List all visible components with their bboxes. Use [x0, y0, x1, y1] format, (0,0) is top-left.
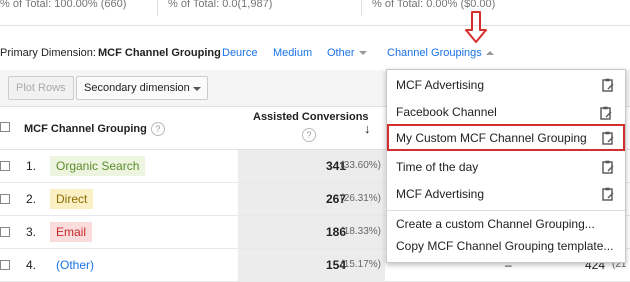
copy-icon[interactable] [600, 106, 612, 120]
divider [361, 0, 362, 16]
red-arrow-annotation-icon [465, 11, 487, 43]
primary-dimension-option[interactable]: Deurce [222, 47, 257, 59]
menu-item-mcf-advertising[interactable]: MCF Advertising [387, 71, 625, 98]
menu-divider [387, 210, 625, 211]
menu-item-label: Time of the day [396, 160, 479, 174]
channel-groupings-label: Channel Groupings [387, 47, 482, 59]
menu-item-time-of-the-day[interactable]: Time of the day [387, 153, 625, 180]
row-checkbox[interactable] [0, 161, 10, 171]
row-checkbox[interactable] [0, 260, 10, 270]
menu-item-label: MCF Advertising [396, 187, 485, 201]
row-number: 2. [26, 192, 37, 206]
menu-item-label: Facebook Channel [396, 105, 497, 119]
copy-mcf-channel-grouping-template-link[interactable]: Copy MCF Channel Grouping template... [396, 239, 613, 253]
menu-item-mcf-advertising[interactable]: MCF Advertising [387, 180, 625, 207]
row-number: 3. [26, 225, 37, 239]
assisted-conversions-percent: (26.31%) [340, 193, 381, 204]
copy-icon[interactable] [602, 78, 614, 92]
total-value: % of Total: 0.00% ($0.00) [372, 0, 496, 10]
assisted-conversions-percent: (18.33%) [340, 226, 381, 237]
sort-descending-icon[interactable]: ↓ [364, 121, 371, 136]
chevron-down-icon [358, 51, 367, 56]
help-icon[interactable]: ? [302, 128, 316, 142]
primary-dimension-other-dropdown[interactable]: Other [327, 47, 367, 59]
primary-dimension-label: Primary Dimension: [0, 47, 96, 59]
other-label: Other [327, 47, 355, 59]
divider [157, 0, 158, 16]
channel-organic-search[interactable]: Organic Search [50, 156, 146, 176]
create-custom-channel-grouping-link[interactable]: Create a custom Channel Grouping... [396, 217, 595, 231]
chevron-down-icon [193, 87, 201, 91]
help-icon[interactable]: ? [150, 122, 165, 136]
copy-icon[interactable] [602, 187, 614, 201]
secondary-dimension-select[interactable]: Secondary dimension [76, 76, 208, 100]
row-number: 1. [26, 159, 37, 173]
row-number: 4. [26, 258, 37, 272]
menu-item-my-custom-mcf-channel-grouping[interactable]: My Custom MCF Channel Grouping [387, 124, 625, 151]
primary-dimension-option[interactable]: Medium [273, 47, 312, 59]
total-conversions: % of Total: 0.0(1,987) [168, 0, 273, 10]
secondary-dimension-label: Secondary dimension [84, 82, 190, 94]
primary-dimension-mcf-channel-grouping[interactable]: MCF Channel Grouping [98, 47, 221, 59]
menu-item-label: MCF Advertising [396, 78, 485, 92]
row-checkbox[interactable] [0, 227, 10, 237]
total-sessions: % of Total: 100.00% (660) [0, 0, 127, 10]
assisted-conversions-percent: (15.17%) [340, 259, 381, 270]
column-header-dimension[interactable]: MCF Channel Grouping? [24, 122, 165, 136]
copy-icon[interactable] [602, 131, 614, 145]
channel-groupings-dropdown[interactable]: Channel Groupings [387, 47, 494, 59]
divider [0, 25, 630, 26]
assisted-conversions-percent: (33.60%) [340, 160, 381, 171]
column-header-dimension-label: MCF Channel Grouping [24, 122, 147, 135]
channel-direct[interactable]: Direct [50, 189, 94, 209]
row-checkbox[interactable] [0, 194, 10, 204]
totals-strip: % of Total: 100.00% (660) % of Total: 0.… [0, 0, 630, 16]
select-all-checkbox[interactable] [0, 122, 10, 132]
column-header-assisted-conversions[interactable]: Assisted Conversions [253, 111, 369, 123]
channel-email[interactable]: Email [50, 222, 93, 242]
menu-item-label: My Custom MCF Channel Grouping [396, 131, 587, 145]
menu-item-facebook-channel[interactable]: Facebook Channel [387, 98, 625, 125]
channel-groupings-menu: MCF Advertising Facebook Channel My Cust… [386, 69, 626, 263]
plot-rows-button[interactable]: Plot Rows [8, 76, 74, 100]
copy-icon[interactable] [602, 160, 614, 174]
channel-other[interactable]: (Other) [50, 255, 100, 275]
chevron-up-icon [485, 51, 494, 56]
